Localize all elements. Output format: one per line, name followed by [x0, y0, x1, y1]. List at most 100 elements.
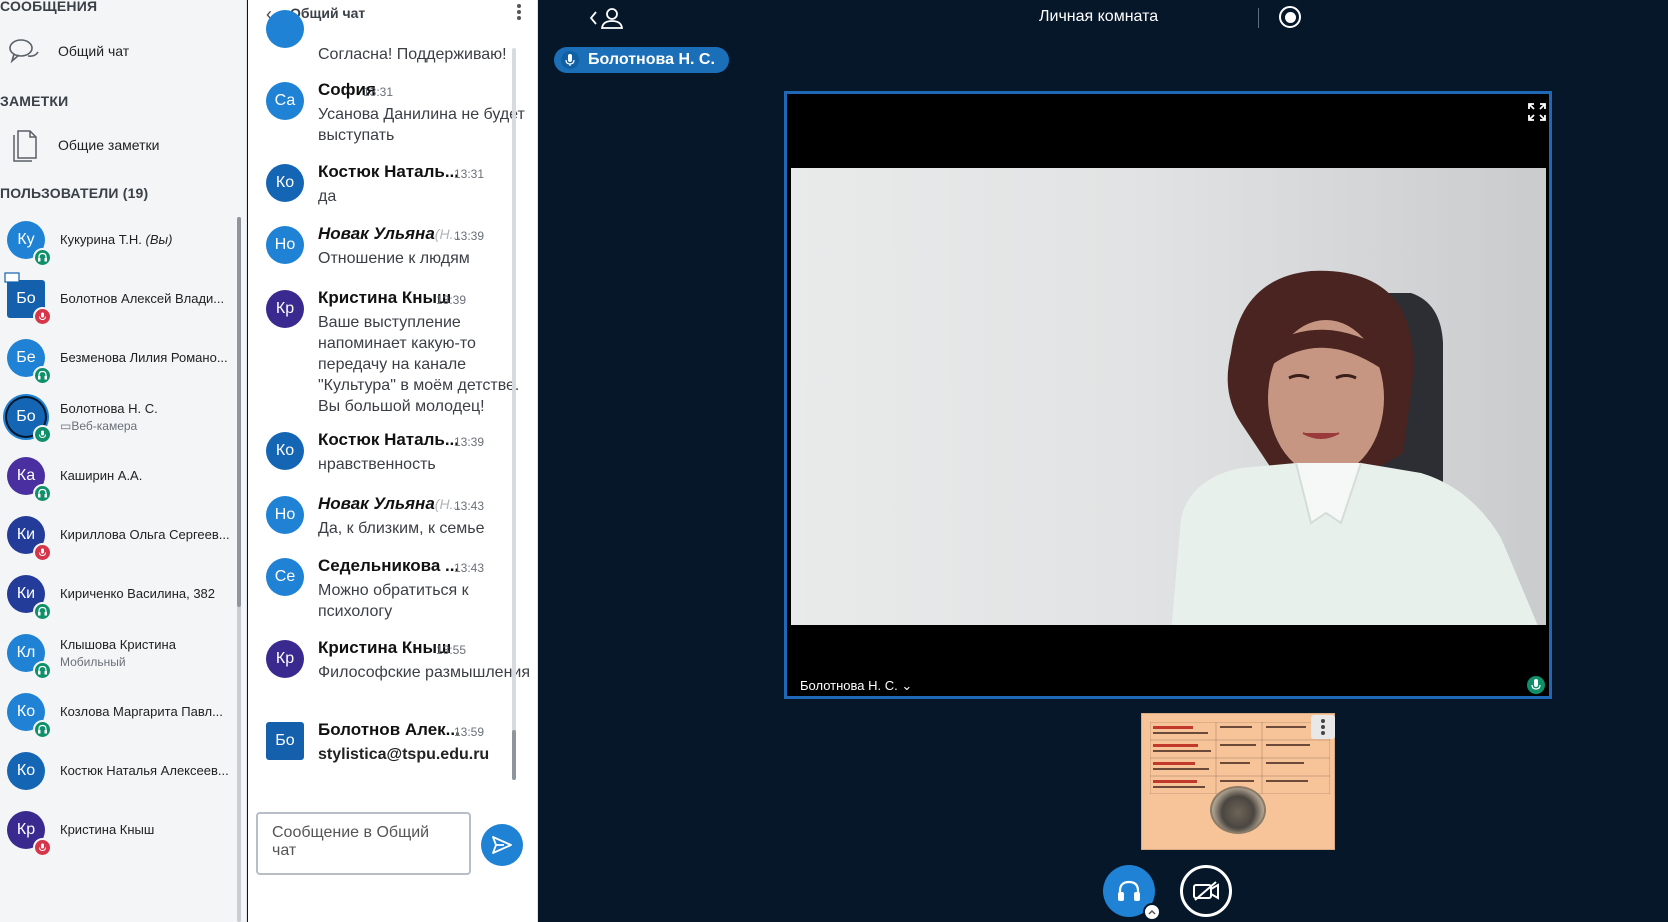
message-time: 13:55	[436, 643, 467, 657]
record-button[interactable]	[1279, 6, 1301, 28]
webcam-video[interactable]: Болотнова Н. С. ⌄	[784, 91, 1552, 699]
headphones-icon	[33, 484, 52, 503]
user-list-item[interactable]: Ко Козлова Маргарита Павл...	[0, 683, 245, 743]
user-name: Болотнова Н. С.	[60, 401, 158, 416]
headphones-icon	[33, 602, 52, 621]
messages-section-title: СООБЩЕНИЯ	[0, 0, 98, 14]
talking-indicator[interactable]: Болотнова Н. С.	[554, 47, 729, 73]
user-list-item[interactable]: Бо Болотнов Алексей Влади...	[0, 270, 245, 330]
avatar: Но	[266, 496, 304, 534]
message-text: Ваше выступление напоминает какую-то пер…	[318, 314, 520, 415]
chat-scrollbar[interactable]	[512, 48, 516, 780]
chat-panel: ‹ Общий чат Согласна! Поддерживаю! Са Соф…	[248, 0, 538, 922]
message-time: 13:39	[454, 435, 485, 449]
headphones-icon	[33, 661, 52, 680]
camera-button[interactable]	[1180, 865, 1232, 917]
shared-notes-label: Общие заметки	[58, 137, 160, 153]
user-name-text: Костюк Наталья Алексеев...	[60, 763, 229, 778]
message-time: 13:43	[454, 561, 485, 575]
headphones-icon	[33, 720, 52, 739]
user-name: Каширин А.А.	[60, 468, 142, 483]
sender-name-text: Новак Ульяна	[318, 494, 435, 513]
sidebar-scroll-thumb[interactable]	[237, 217, 241, 607]
chat-options-icon[interactable]	[516, 2, 522, 22]
message-text: нравственность	[318, 456, 436, 473]
shared-notes-link[interactable]: Общие заметки	[0, 125, 240, 165]
user-name-text: Клышова Кристина	[60, 637, 176, 652]
document-icon	[2, 125, 46, 165]
user-list-item[interactable]: Бо Болотнова Н. С. ▭Веб-камера	[0, 388, 245, 448]
message-text: Можно обратиться к психологу	[318, 582, 469, 620]
message-input[interactable]: Сообщение в Общий чат	[256, 812, 471, 875]
user-name-text: Болотнова Н. С.	[60, 401, 158, 416]
user-sub-text: Мобильный	[60, 655, 126, 669]
message-text: Философские размышления	[318, 664, 530, 681]
users-section-title: ПОЛЬЗОВАТЕЛИ (19)	[0, 185, 149, 201]
sender-name: Костюк Наталь...	[318, 430, 459, 450]
public-chat-link[interactable]: Общий чат	[0, 31, 240, 71]
send-icon	[492, 836, 512, 854]
avatar: Са	[266, 82, 304, 120]
user-list-item[interactable]: Кр Кристина Кныш	[0, 801, 245, 861]
main-stage: Личная комната Болотнова Н. С. Болотнова…	[539, 0, 1668, 922]
message-time: 13:31	[454, 167, 485, 181]
audio-options-button[interactable]	[1143, 903, 1161, 921]
presentation-thumbnail[interactable]	[1141, 713, 1335, 850]
message-time: 13:43	[454, 499, 485, 513]
webcam-image	[791, 168, 1546, 625]
message-time: 13:31	[363, 85, 394, 99]
sender-name-text: Кристина Кныш	[318, 288, 452, 307]
avatar: Ко	[266, 164, 304, 202]
avatar: Ко	[7, 752, 45, 790]
headphones-icon	[1118, 880, 1140, 901]
webcam-icon: ▭	[60, 419, 72, 433]
user-list-item[interactable]: Ко Костюк Наталья Алексеев...	[0, 742, 245, 802]
talker-name: Болотнова Н. С.	[588, 51, 715, 68]
video-name-label[interactable]: Болотнова Н. С. ⌄	[800, 678, 912, 694]
user-name-text: Кукурина Т.Н.	[60, 232, 142, 247]
message-text[interactable]: stylistica@tspu.edu.ru	[318, 744, 530, 765]
avatar: Се	[266, 558, 304, 596]
fullscreen-icon[interactable]	[1527, 102, 1547, 122]
message-text: да	[318, 188, 337, 205]
user-list-item[interactable]: Ка Каширин А.А.	[0, 447, 245, 507]
header-divider	[1258, 8, 1259, 28]
user-sub-label: Мобильный	[60, 655, 126, 669]
send-button[interactable]	[481, 824, 523, 866]
microphone-icon	[33, 425, 52, 444]
user-list-item[interactable]: Ки Кириллова Ольга Сергеев...	[0, 506, 245, 566]
microphone-icon	[561, 51, 579, 69]
muted-mic-icon	[33, 838, 52, 857]
user-name: Клышова Кристина	[60, 637, 176, 652]
notes-section-title: ЗАМЕТКИ	[0, 93, 69, 109]
sender-name: Седельникова ...	[318, 556, 459, 576]
user-list-item[interactable]: Ку Кукурина Т.Н. (Вы)	[0, 211, 245, 271]
user-list-item[interactable]: Бе Безменова Лилия Романо...	[0, 329, 245, 389]
message-text: Отношение к людям	[318, 250, 470, 267]
avatar	[266, 10, 304, 48]
user-list-item[interactable]: Ки Кириченко Василина, 382	[0, 565, 245, 625]
users-toggle-button[interactable]	[587, 4, 625, 34]
thumbnail-options-icon[interactable]	[1311, 715, 1335, 739]
user-name: Кириченко Василина, 382	[60, 586, 215, 601]
message-time: 13:59	[454, 725, 485, 739]
user-sub-label: ▭Веб-камера	[60, 419, 137, 433]
sender-name: Новак Ульяна(Н...	[318, 224, 461, 244]
sender-name: Болотнов Алек...	[318, 720, 460, 740]
public-chat-label: Общий чат	[58, 43, 130, 59]
headphones-icon	[33, 366, 52, 385]
presenter-image	[1171, 270, 1538, 625]
sender-name: Костюк Наталь...	[318, 162, 459, 182]
avatar: Кр	[266, 640, 304, 678]
user-name: Козлова Маргарита Павл...	[60, 704, 223, 719]
muted-mic-icon	[33, 543, 52, 562]
sender-name-text: Костюк Наталь...	[318, 162, 459, 181]
record-icon	[1284, 11, 1296, 23]
camera-off-icon	[1193, 881, 1219, 901]
user-list-item[interactable]: Кл Клышова Кристина Мобильный	[0, 624, 245, 684]
slide-table-image	[1150, 722, 1330, 794]
sender-name: Кристина Кныш	[318, 288, 451, 308]
presenter-icon	[4, 272, 20, 285]
chat-scroll-thumb[interactable]	[512, 730, 516, 780]
user-name-text: Безменова Лилия Романо...	[60, 350, 228, 365]
